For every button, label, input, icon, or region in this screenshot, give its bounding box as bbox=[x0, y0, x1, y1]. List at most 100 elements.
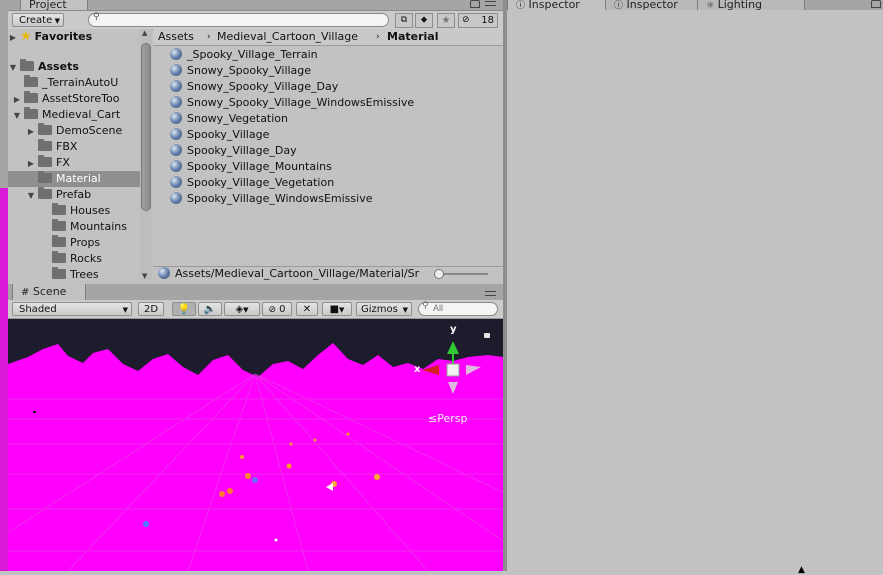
collapse-arrow-icon[interactable]: ▼ bbox=[12, 108, 22, 123]
tree-item[interactable]: FBX bbox=[8, 139, 140, 155]
eye-slash-icon: ⊘ bbox=[268, 305, 276, 315]
folder-icon bbox=[38, 155, 52, 167]
tree-item-label: AssetStoreToo bbox=[42, 92, 120, 105]
inspector-panel bbox=[507, 10, 883, 571]
breadcrumb-material[interactable]: Material bbox=[387, 29, 438, 45]
folder-icon bbox=[38, 171, 52, 183]
tree-item-favorites[interactable]: ▶ ★ Favorites bbox=[8, 29, 140, 45]
object-marker bbox=[286, 463, 292, 469]
project-tab-label: Project bbox=[29, 0, 67, 11]
scene-menu-icon[interactable] bbox=[485, 291, 496, 296]
material-item[interactable]: Snowy_Vegetation bbox=[170, 111, 288, 127]
object-marker bbox=[346, 432, 350, 436]
expand-arrow-icon[interactable]: ▶ bbox=[26, 124, 36, 139]
tree-scrollbar[interactable]: ▲ ▼ bbox=[140, 29, 152, 280]
material-item[interactable]: Spooky_Village_Vegetation bbox=[170, 175, 334, 191]
material-item[interactable]: Snowy_Spooky_Village_WindowsEmissive bbox=[170, 95, 414, 111]
favorite-star-icon[interactable]: ★ bbox=[437, 13, 455, 28]
material-label: Spooky_Village_Day bbox=[187, 144, 297, 157]
tree-item-label: Houses bbox=[70, 204, 111, 217]
shading-mode-dropdown[interactable]: Shaded ▼ bbox=[12, 302, 132, 316]
gizmo-x-label: x bbox=[414, 364, 421, 375]
persp-label[interactable]: ≤Persp bbox=[428, 412, 467, 425]
breadcrumb-separator-icon: › bbox=[207, 32, 211, 42]
search-icon: ⚲ bbox=[93, 12, 100, 22]
persp-icon: ≤ bbox=[428, 412, 438, 425]
material-sphere-icon bbox=[170, 96, 182, 108]
scene-search-input[interactable]: ⚲ bbox=[418, 301, 498, 316]
tree-item[interactable]: ▼ Prefab bbox=[8, 187, 140, 203]
tree-item-label: Rocks bbox=[70, 252, 103, 265]
material-sphere-icon bbox=[170, 144, 182, 156]
2d-label: 2D bbox=[143, 304, 159, 315]
project-search-input[interactable]: ⚲ bbox=[88, 12, 389, 27]
material-label: Snowy_Vegetation bbox=[187, 112, 289, 125]
asset-breadcrumb-bar: Assets › Medieval_Cartoon_Village › Mate… bbox=[153, 29, 503, 46]
collapse-arrow-icon[interactable]: ▼ bbox=[26, 188, 36, 203]
dropdown-arrow-icon: ▼ bbox=[54, 17, 60, 25]
tree-item[interactable]: ▶ AssetStoreToo bbox=[8, 91, 140, 107]
tree-item[interactable]: Houses bbox=[8, 203, 140, 219]
tree-scroll-thumb[interactable] bbox=[141, 43, 151, 211]
object-marker bbox=[374, 474, 380, 480]
camera-dropdown[interactable]: ■▼ bbox=[322, 302, 352, 316]
material-item[interactable]: Snowy_Spooky_Village bbox=[170, 63, 311, 79]
tree-item[interactable]: Rocks bbox=[8, 251, 140, 267]
project-menu-icon[interactable] bbox=[485, 1, 496, 6]
scene-search-field[interactable] bbox=[433, 303, 491, 313]
dropdown-arrow-icon: ▼ bbox=[339, 306, 345, 314]
folder-icon bbox=[38, 187, 52, 199]
folder-icon bbox=[52, 251, 66, 263]
hidden-packages-toggle[interactable]: ⊘ 18 bbox=[458, 13, 498, 28]
gizmos-dropdown[interactable]: Gizmos ▼ bbox=[356, 302, 412, 316]
project-search-field[interactable] bbox=[105, 14, 375, 24]
material-item[interactable]: Spooky_Village_Mountains bbox=[170, 159, 332, 175]
material-item[interactable]: _Spooky_Village_Terrain bbox=[170, 47, 318, 63]
create-label: Create bbox=[19, 15, 53, 26]
tab-inspector-1[interactable]: ⓘ Inspector bbox=[507, 0, 613, 11]
slider-handle[interactable] bbox=[434, 269, 444, 279]
2d-toggle-button[interactable]: 2D bbox=[138, 302, 164, 316]
gizmo-lock-icon[interactable] bbox=[484, 333, 490, 338]
tree-item[interactable]: _TerrainAutoU bbox=[8, 75, 140, 91]
gizmo-center-cube bbox=[446, 363, 460, 377]
material-item[interactable]: Spooky_Village_Day bbox=[170, 143, 297, 159]
tools-toggle-button[interactable]: ✕ bbox=[296, 302, 318, 316]
expand-arrow-icon[interactable]: ▶ bbox=[26, 156, 36, 171]
tree-item[interactable]: ▼ Medieval_Cart bbox=[8, 107, 140, 123]
material-sphere-icon bbox=[158, 267, 170, 279]
right-lock-icon[interactable] bbox=[871, 0, 881, 8]
scroll-up-arrow-icon[interactable]: ▲ bbox=[142, 29, 147, 37]
tree-item[interactable]: Trees bbox=[8, 267, 140, 280]
tree-item[interactable]: Mountains bbox=[8, 219, 140, 235]
material-item[interactable]: Snowy_Spooky_Village_Day bbox=[170, 79, 338, 95]
material-item[interactable]: Spooky_Village_WindowsEmissive bbox=[170, 191, 372, 207]
effects-dropdown[interactable]: ◈▼ bbox=[224, 302, 260, 316]
scene-viewport[interactable]: y x ≤Persp bbox=[8, 319, 503, 571]
project-lock-icon[interactable] bbox=[470, 0, 480, 8]
filter-by-label-icon[interactable]: ⬥ bbox=[415, 13, 433, 28]
tab-project[interactable]: Project bbox=[20, 0, 88, 10]
filter-by-type-icon[interactable]: ⧉ bbox=[395, 13, 413, 28]
material-label: Spooky_Village_Vegetation bbox=[187, 176, 335, 189]
expand-arrow-icon[interactable]: ▶ bbox=[12, 92, 22, 107]
breadcrumb-assets[interactable]: Assets bbox=[158, 29, 194, 45]
scroll-down-arrow-icon[interactable]: ▼ bbox=[142, 272, 147, 280]
material-item[interactable]: Spooky_Village bbox=[170, 127, 269, 143]
gizmos-label: Gizmos bbox=[361, 304, 398, 315]
audio-toggle-button[interactable]: 🔈 bbox=[198, 302, 222, 316]
tree-item[interactable]: ▶ DemoScene bbox=[8, 123, 140, 139]
lighting-toggle-button[interactable]: 💡 bbox=[172, 302, 196, 316]
tree-item-assets[interactable]: ▼ Assets bbox=[8, 59, 140, 75]
tree-item[interactable]: Material bbox=[8, 171, 140, 187]
icon-size-slider[interactable] bbox=[434, 269, 488, 279]
tree-item[interactable]: ▶ FX bbox=[8, 155, 140, 171]
object-marker bbox=[252, 477, 258, 483]
breadcrumb-medieval[interactable]: Medieval_Cartoon_Village bbox=[217, 29, 358, 45]
tree-item[interactable]: Props bbox=[8, 235, 140, 251]
tab-scene[interactable]: # Scene bbox=[12, 284, 86, 300]
scene-hash-icon: # bbox=[21, 287, 30, 298]
hidden-objects-toggle[interactable]: ⊘ 0 bbox=[262, 302, 292, 316]
create-button[interactable]: Create ▼ bbox=[12, 13, 64, 27]
material-sphere-icon bbox=[170, 160, 182, 172]
